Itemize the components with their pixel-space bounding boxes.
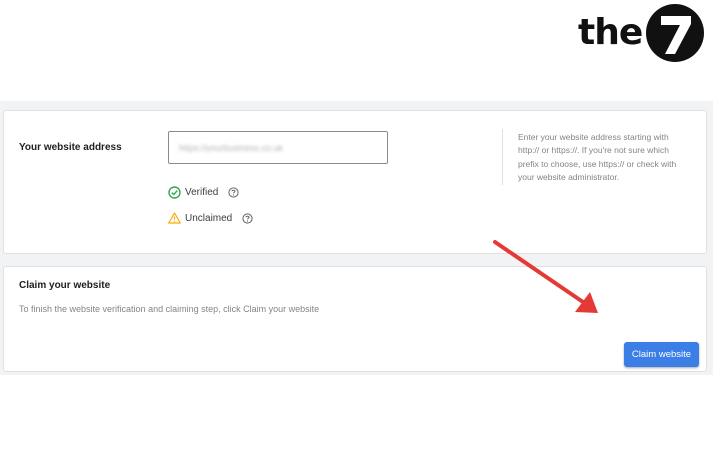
page: the Your website address https://yourbus…: [0, 0, 713, 473]
annotation-arrow-icon: [493, 240, 598, 313]
